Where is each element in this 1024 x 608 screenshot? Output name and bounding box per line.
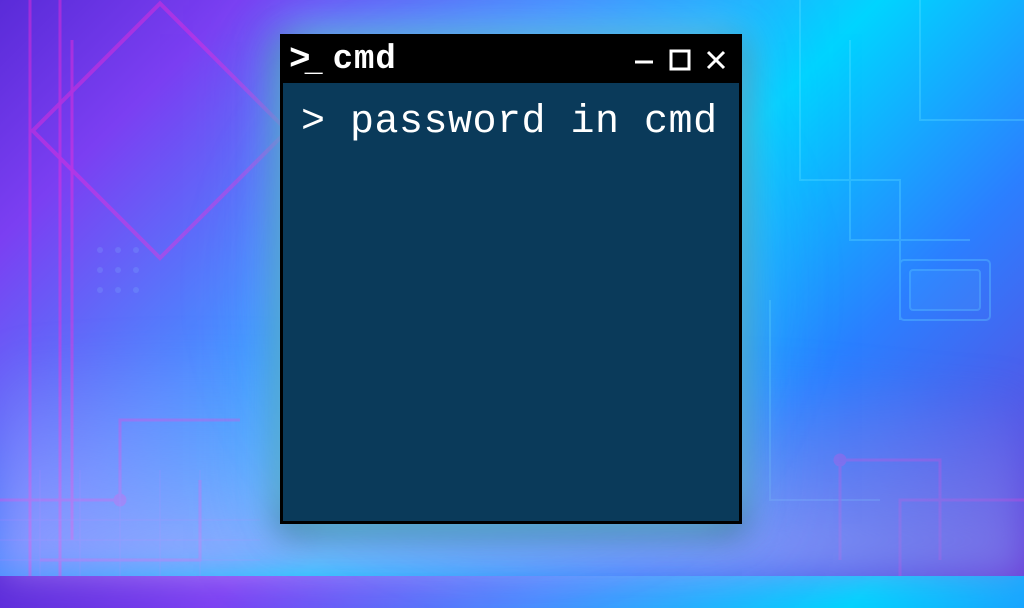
minimize-button[interactable] (631, 47, 657, 73)
maximize-button[interactable] (667, 47, 693, 73)
terminal-body[interactable]: > password in cmd (283, 83, 739, 521)
window-title: cmd (333, 41, 631, 79)
window-controls (631, 47, 729, 73)
window-titlebar[interactable]: >_ cmd (283, 37, 739, 83)
close-button[interactable] (703, 47, 729, 73)
terminal-command-line: > password in cmd (301, 99, 721, 148)
terminal-window: >_ cmd > password in cmd (280, 34, 742, 524)
terminal-prompt-icon: >_ (289, 42, 319, 78)
